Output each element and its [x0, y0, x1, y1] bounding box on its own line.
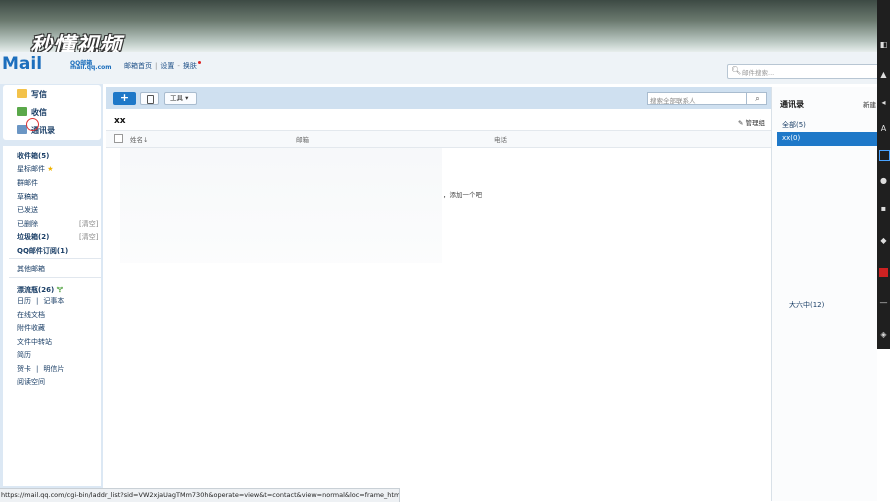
contact-search-placeholder: 搜索全部联系人 — [650, 97, 696, 105]
calendar-link[interactable]: 日历 — [17, 297, 31, 305]
compose-label: 写信 — [31, 90, 47, 99]
link-dash: - — [177, 62, 180, 70]
notes-link[interactable]: 记事本 — [43, 297, 64, 305]
star-icon: ★ — [47, 165, 54, 173]
calendar-notes-row: 日历 | 记事本 — [17, 297, 65, 305]
phone-icon — [147, 95, 154, 104]
search-icon: 🔍︎ — [731, 66, 742, 75]
select-all-checkbox[interactable] — [114, 134, 123, 143]
group-title: xx — [114, 116, 126, 126]
link-divider: | — [155, 62, 158, 70]
folder-spam[interactable]: 垃圾箱(2) [清空] — [17, 232, 98, 242]
attachments-link[interactable]: 附件收藏 — [17, 323, 45, 333]
folder-subscriptions[interactable]: QQ邮件订阅(1) — [17, 246, 68, 256]
other-mailbox-link[interactable]: 其他邮箱 — [17, 264, 45, 274]
cards-row: 贺卡 | 明信片 — [17, 365, 65, 373]
toolbar-icon[interactable]: A — [879, 124, 888, 133]
drift-bottle-link[interactable]: 漂流瓶(26) 🝖 — [17, 282, 63, 296]
group-dalu[interactable]: 大六中(12) — [789, 300, 824, 310]
contacts-table-header — [106, 130, 771, 148]
empty-spam-link[interactable]: [清空] — [79, 232, 98, 242]
folder-list: 收件箱(5) 星标邮件 ★ 群邮件 草稿箱 已发送 已删除 [清空] 垃圾箱(2)… — [3, 146, 101, 486]
toolbar-icon[interactable]: ● — [879, 176, 888, 185]
reading-space-link[interactable]: 阅读空间 — [17, 377, 45, 387]
contacts-groups-panel — [772, 87, 877, 501]
toolbar-icon[interactable]: ▪ — [879, 204, 888, 213]
folder-deleted[interactable]: 已删除 [清空] — [17, 219, 98, 229]
top-links: 邮箱首页 | 设置 - 换肤 — [124, 61, 201, 71]
cursor-highlight — [26, 118, 39, 131]
tools-dropdown[interactable]: 工具 ▾ — [164, 92, 197, 105]
manage-group-link[interactable]: ✎ 管理组 — [738, 117, 765, 127]
folder-starred[interactable]: 星标邮件 ★ — [17, 164, 54, 174]
divider — [9, 258, 101, 259]
file-transfer-link[interactable]: 文件中转站 — [17, 337, 52, 347]
column-phone[interactable]: 电话 — [494, 134, 507, 144]
toolbar-icon[interactable] — [879, 150, 890, 161]
pen-icon — [17, 89, 27, 98]
primary-actions: 写信 收信 通讯录 — [3, 85, 101, 140]
chevron-down-icon: ▾ — [185, 94, 189, 102]
divider — [9, 277, 101, 278]
toolbar-icon[interactable]: ▲ — [879, 70, 888, 79]
add-contact-button[interactable]: + — [113, 92, 136, 105]
video-banner — [0, 0, 890, 52]
resume-link[interactable]: 简历 — [17, 350, 31, 360]
toolbar-icon[interactable]: ◆ — [879, 236, 888, 245]
folder-group-mail[interactable]: 群邮件 — [17, 178, 38, 188]
blurred-content — [120, 148, 442, 263]
browser-status-bar: https://mail.qq.com/cgi-bin/laddr_list?s… — [0, 488, 400, 502]
toolbar-icon[interactable]: ◈ — [879, 330, 888, 339]
bottle-icon: 🝖 — [56, 286, 64, 294]
toolbar-icon[interactable]: ◧ — [879, 40, 888, 49]
empty-group-hint[interactable]: ，添加一个吧 — [443, 189, 482, 199]
toolbar-icon[interactable]: ◂ — [879, 98, 888, 107]
inbox-tray-icon — [17, 107, 27, 116]
new-group-link[interactable]: 新建 — [863, 99, 876, 109]
mail-search-placeholder: 邮件搜索... — [742, 69, 775, 77]
group-all[interactable]: 全部(5) — [782, 120, 806, 130]
toolbar-icon[interactable] — [879, 268, 888, 277]
new-indicator-dot — [197, 61, 201, 64]
column-email[interactable]: 邮箱 — [296, 134, 309, 144]
qq-mail-logo[interactable]: Mail — [2, 54, 68, 74]
contacts-panel-title: 通讯录 — [780, 100, 804, 109]
greeting-cards-link[interactable]: 贺卡 — [17, 365, 31, 373]
compose-link[interactable]: 写信 — [17, 89, 47, 100]
postcards-link[interactable]: 明信片 — [43, 365, 64, 373]
empty-deleted-link[interactable]: [清空] — [79, 219, 98, 229]
receive-link[interactable]: 收信 — [17, 107, 47, 118]
mail-home-link[interactable]: 邮箱首页 — [124, 62, 152, 70]
group-xx-label: xx(0) — [782, 134, 801, 142]
folder-sent[interactable]: 已发送 — [17, 205, 38, 215]
logo-domain: mail.qq.com — [70, 64, 112, 71]
folder-inbox[interactable]: 收件箱(5) — [17, 151, 49, 161]
edit-icon: ✎ — [738, 119, 744, 127]
online-docs-link[interactable]: 在线文档 — [17, 310, 45, 320]
settings-link[interactable]: 设置 — [160, 62, 174, 70]
change-skin-link[interactable]: 换肤 — [183, 62, 197, 70]
desktop-side-toolbar: ◧ ▲ ◂ A ● ▪ ◆ — ◈ — [877, 0, 890, 349]
phone-sync-button[interactable] — [140, 92, 159, 105]
search-icon[interactable]: ⌕ — [746, 92, 768, 105]
folder-drafts[interactable]: 草稿箱 — [17, 192, 38, 202]
column-name[interactable]: 姓名↓ — [130, 134, 148, 144]
receive-label: 收信 — [31, 108, 47, 117]
toolbar-icon[interactable]: — — [879, 298, 888, 307]
